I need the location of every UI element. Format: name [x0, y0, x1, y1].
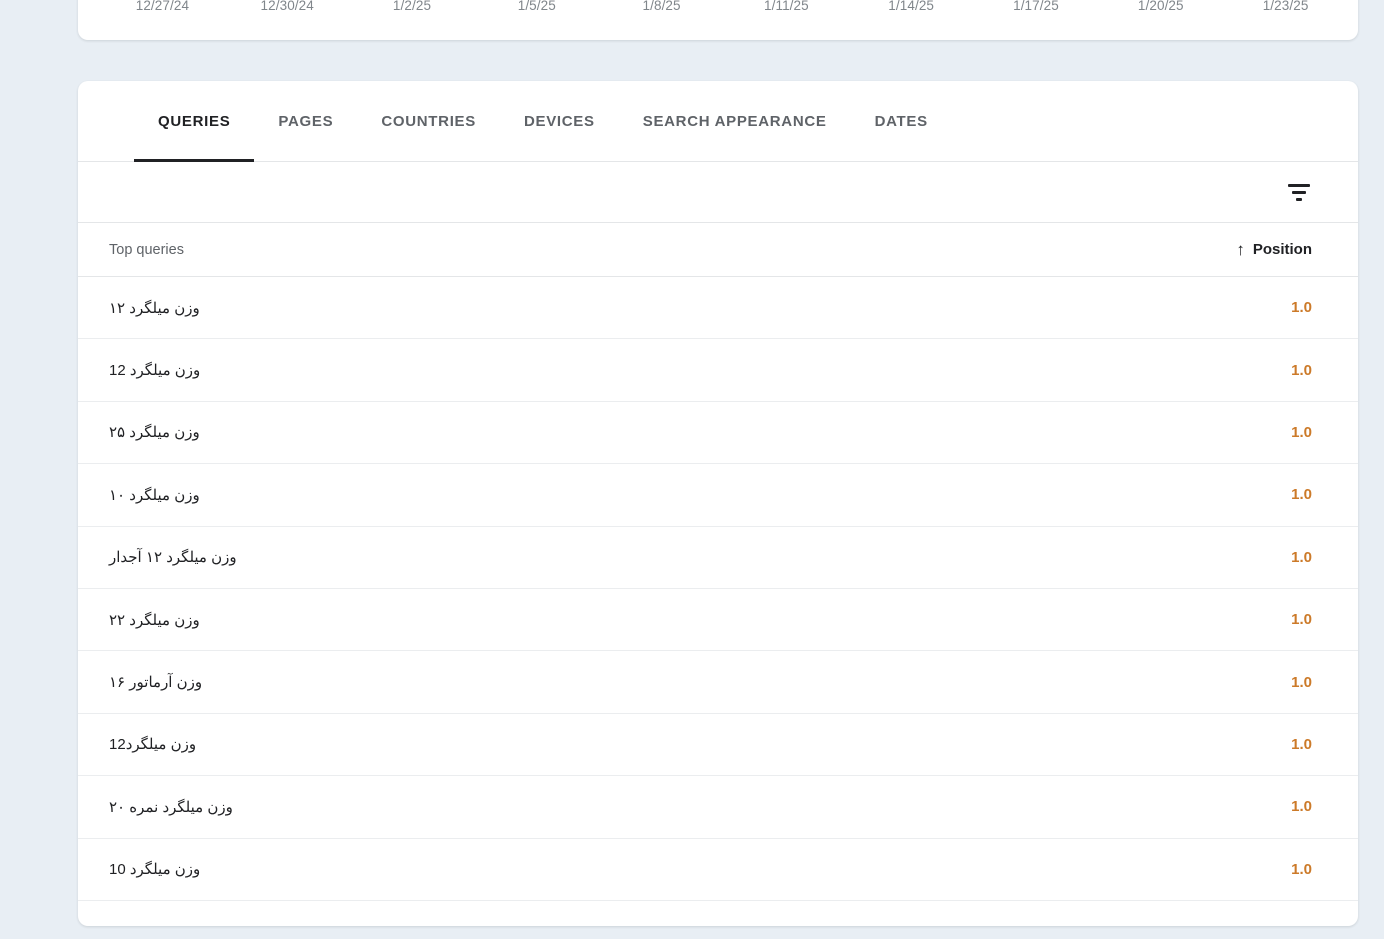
table-row[interactable]: وزن میلگرد ۲۲ 1.0: [78, 589, 1358, 652]
chart-x-tick: 1/14/25: [888, 0, 935, 13]
position-value: 1.0: [1291, 673, 1312, 691]
chart-x-tick: 1/20/25: [1137, 0, 1184, 13]
position-value: 1.0: [1291, 548, 1312, 566]
performance-chart-card: 12/27/24 12/30/24 1/2/25 1/5/25 1/8/25 1/11/2…: [78, 0, 1358, 40]
table-row[interactable]: وزن آرماتور ۱۶ 1.0: [78, 651, 1358, 714]
chart-x-tick: 1/2/25: [392, 0, 432, 13]
chart-x-tick: 12/27/24: [135, 0, 190, 13]
chart-x-tick: 1/8/25: [642, 0, 681, 13]
tab-pages[interactable]: PAGES: [254, 81, 357, 162]
table-row[interactable]: وزن میلگرد 10 1.0: [78, 839, 1358, 901]
dimension-table-card: QUERIES PAGES COUNTRIES DEVICES SEARCH APPEA…: [78, 81, 1358, 926]
query-text: وزن آرماتور ۱۶: [109, 674, 203, 692]
query-text: وزن میلگرد نمره ۲۰: [109, 798, 233, 816]
column-header-position[interactable]: ↑ Position: [1236, 241, 1312, 258]
query-text: وزن میلگرد ۲۵: [109, 424, 200, 442]
query-text: وزن میلگرد 10: [109, 861, 201, 879]
table-row[interactable]: وزن میلگرد 12 1.0: [78, 339, 1358, 402]
position-value: 1.0: [1291, 860, 1312, 878]
table-row[interactable]: وزن میلگرد نمره ۲۰ 1.0: [78, 776, 1358, 839]
table-header-row: Top queries ↑ Position: [78, 223, 1358, 277]
filter-bar-top: [1288, 183, 1310, 187]
filter-bar-middle: [1292, 190, 1306, 194]
filter-icon[interactable]: [1286, 179, 1312, 205]
chart-x-axis: 12/27/24 12/30/24 1/2/25 1/5/25 1/8/25 1/11/2…: [78, 0, 1358, 18]
query-text: وزن میلگرد ۱۰: [109, 486, 200, 504]
chart-x-tick: 1/5/25: [517, 0, 556, 13]
table-body: وزن میلگرد ۱۲ 1.0 وزن میلگرد 12 1.0 وزن میلگ…: [78, 277, 1358, 901]
tab-devices[interactable]: DEVICES: [500, 81, 619, 162]
column-header-top-queries[interactable]: Top queries: [109, 242, 1236, 258]
table-row[interactable]: وزن میلگرد12 1.0: [78, 714, 1358, 777]
query-text: وزن میلگرد12: [109, 736, 197, 754]
position-value: 1.0: [1291, 361, 1312, 379]
query-text: وزن میلگرد ۱۲: [109, 299, 200, 317]
tab-dates[interactable]: DATES: [851, 81, 952, 162]
position-value: 1.0: [1291, 798, 1312, 816]
chart-x-tick: 1/23/25: [1262, 0, 1309, 13]
tab-queries[interactable]: QUERIES: [134, 81, 255, 162]
position-value: 1.0: [1291, 486, 1312, 504]
chart-x-tick: 12/30/24: [260, 0, 314, 13]
filter-bar: [78, 162, 1358, 223]
tab-countries[interactable]: COUNTRIES: [357, 81, 500, 162]
table-row[interactable]: وزن میلگرد ۱۰ 1.0: [78, 464, 1358, 527]
chart-x-tick: 1/11/25: [764, 0, 809, 13]
position-value: 1.0: [1291, 423, 1312, 441]
chart-x-tick: 1/17/25: [1013, 0, 1059, 13]
sort-ascending-icon: ↑: [1236, 240, 1245, 259]
dimension-tabs: QUERIES PAGES COUNTRIES DEVICES SEARCH APPEA…: [78, 81, 1358, 162]
table-row[interactable]: وزن میلگرد ۱۲ 1.0: [78, 277, 1358, 340]
column-header-position-label: Position: [1252, 241, 1312, 258]
position-value: 1.0: [1291, 735, 1312, 753]
filter-bar-bottom: [1296, 197, 1302, 201]
query-text: وزن میلگرد ۱۲ آجدار: [109, 549, 237, 567]
table-row[interactable]: وزن میلگرد ۱۲ آجدار 1.0: [78, 527, 1358, 589]
position-value: 1.0: [1291, 299, 1312, 317]
table-row[interactable]: وزن میلگرد ۲۵ 1.0: [78, 402, 1358, 465]
page-root: 12/27/24 12/30/24 1/2/25 1/5/25 1/8/25 1/11/2…: [0, 0, 1384, 939]
query-text: وزن میلگرد 12: [109, 362, 201, 380]
position-value: 1.0: [1291, 611, 1312, 629]
tab-search-appearance[interactable]: SEARCH APPEARANCE: [619, 81, 851, 162]
query-text: وزن میلگرد ۲۲: [109, 611, 200, 629]
